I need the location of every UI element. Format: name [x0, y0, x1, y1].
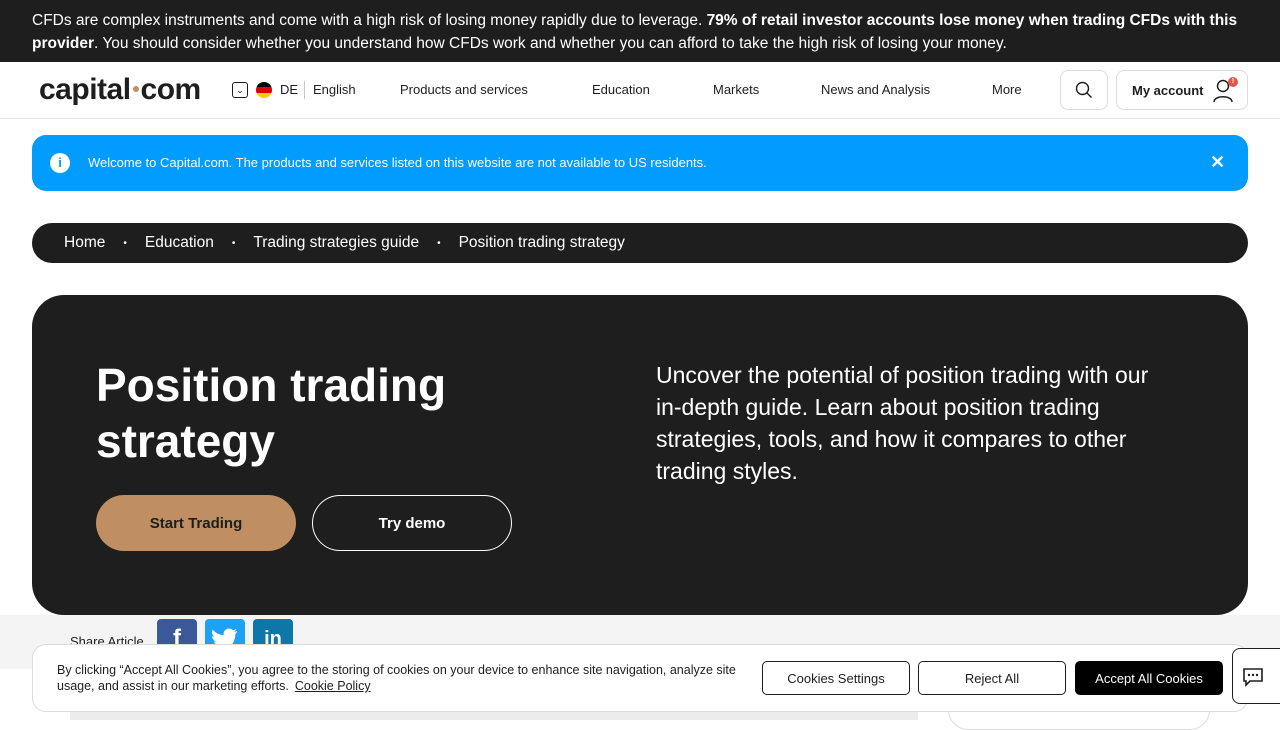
my-account-button[interactable]: My account !	[1116, 70, 1248, 110]
chat-widget-button[interactable]	[1232, 648, 1280, 704]
risk-warning-text: CFDs are complex instruments and come wi…	[32, 12, 707, 29]
cookie-text: By clicking “Accept All Cookies”, you ag…	[57, 662, 737, 694]
close-icon[interactable]: ✕	[1210, 152, 1225, 172]
cookie-policy-link[interactable]: Cookie Policy	[295, 679, 371, 693]
divider	[304, 81, 305, 99]
search-icon	[1075, 81, 1092, 98]
language-selector[interactable]: English	[313, 82, 356, 97]
nav-education[interactable]: Education	[592, 82, 650, 97]
chevron-down-icon[interactable]: ⌄	[232, 82, 248, 98]
nav-products-and-services[interactable]: Products and services	[400, 82, 528, 97]
nav-more[interactable]: More	[992, 82, 1022, 97]
try-demo-button[interactable]: Try demo	[312, 495, 512, 551]
breadcrumb-education[interactable]: Education	[145, 234, 214, 252]
logo-dot	[132, 86, 139, 93]
info-banner-text: Welcome to Capital.com. The products and…	[88, 155, 707, 170]
chat-icon	[1243, 668, 1263, 687]
capital-logo[interactable]: capital com	[39, 73, 201, 107]
breadcrumb-separator: •	[437, 237, 441, 249]
breadcrumb-current-page: Position trading strategy	[458, 234, 625, 251]
start-trading-button[interactable]: Start Trading	[96, 495, 296, 551]
risk-warning-text-end: . You should consider whether you unders…	[94, 35, 1007, 52]
breadcrumb-separator: •	[123, 237, 127, 249]
info-icon: i	[50, 153, 70, 173]
reject-all-button[interactable]: Reject All	[918, 661, 1066, 695]
hero-section: Position trading strategy Start Trading …	[32, 295, 1248, 615]
country-code[interactable]: DE	[280, 82, 298, 97]
cookie-consent-banner: By clicking “Accept All Cookies”, you ag…	[32, 644, 1248, 712]
logo-text-right: com	[140, 73, 202, 106]
search-button[interactable]	[1060, 70, 1108, 110]
accept-all-cookies-button[interactable]: Accept All Cookies	[1075, 661, 1223, 695]
us-residents-info-banner: i Welcome to Capital.com. The products a…	[32, 135, 1248, 191]
my-account-label: My account	[1132, 83, 1204, 98]
cookies-settings-button[interactable]: Cookies Settings	[762, 661, 910, 695]
breadcrumb-separator: •	[231, 237, 236, 249]
logo-text-left: capital	[39, 73, 131, 106]
page-title: Position trading strategy	[96, 359, 447, 467]
breadcrumb-home[interactable]: Home	[64, 234, 105, 252]
hero-description: Uncover the potential of position tradin…	[656, 362, 1149, 484]
nav-news-and-analysis[interactable]: News and Analysis	[821, 82, 930, 97]
risk-warning-bar: CFDs are complex instruments and come wi…	[0, 0, 1280, 62]
breadcrumb-trading-strategies-guide[interactable]: Trading strategies guide	[253, 234, 419, 252]
nav-markets[interactable]: Markets	[713, 82, 759, 97]
germany-flag-icon	[256, 82, 272, 98]
notification-badge: !	[1228, 77, 1238, 87]
breadcrumb: Home • Education • Trading strategies gu…	[32, 223, 1248, 263]
cookie-message: By clicking “Accept All Cookies”, you ag…	[57, 663, 736, 693]
main-navbar: capital com ⌄ DE English Products and ser…	[0, 62, 1280, 119]
